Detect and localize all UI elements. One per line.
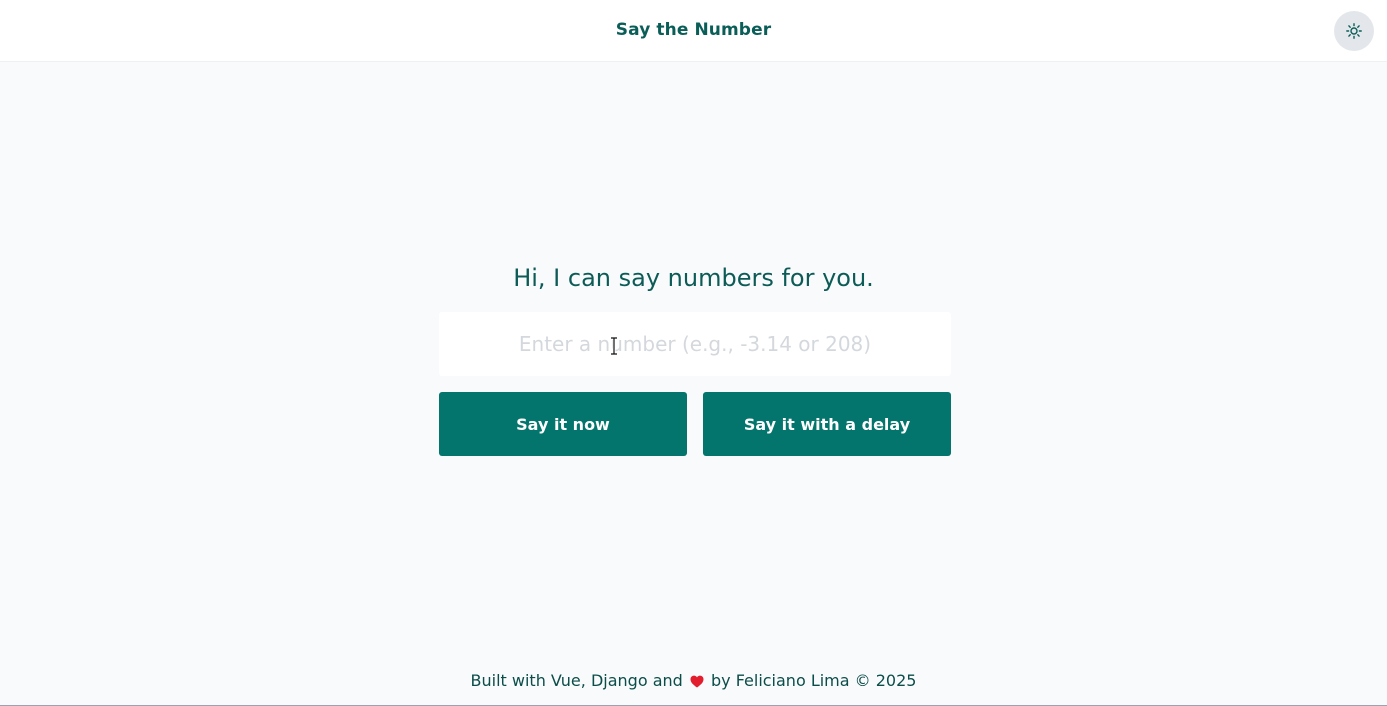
footer-text-start: Built with Vue, Django and	[470, 671, 683, 690]
say-it-now-button[interactable]: Say it now	[439, 392, 687, 456]
sun-icon	[1346, 23, 1362, 39]
text-cursor-icon	[611, 337, 617, 355]
footer-text-end: by Feliciano Lima © 2025	[710, 671, 917, 690]
greeting-heading: Hi, I can say numbers for you.	[513, 264, 874, 292]
app-title: Say the Number	[615, 20, 772, 40]
theme-toggle-button[interactable]	[1334, 11, 1374, 51]
top-bar: Say the Number	[0, 0, 1387, 62]
number-input[interactable]	[439, 312, 951, 376]
say-it-with-delay-button[interactable]: Say it with a delay	[703, 392, 951, 456]
footer: Built with Vue, Django and by Feliciano …	[0, 671, 1387, 690]
heart-icon	[690, 675, 704, 688]
